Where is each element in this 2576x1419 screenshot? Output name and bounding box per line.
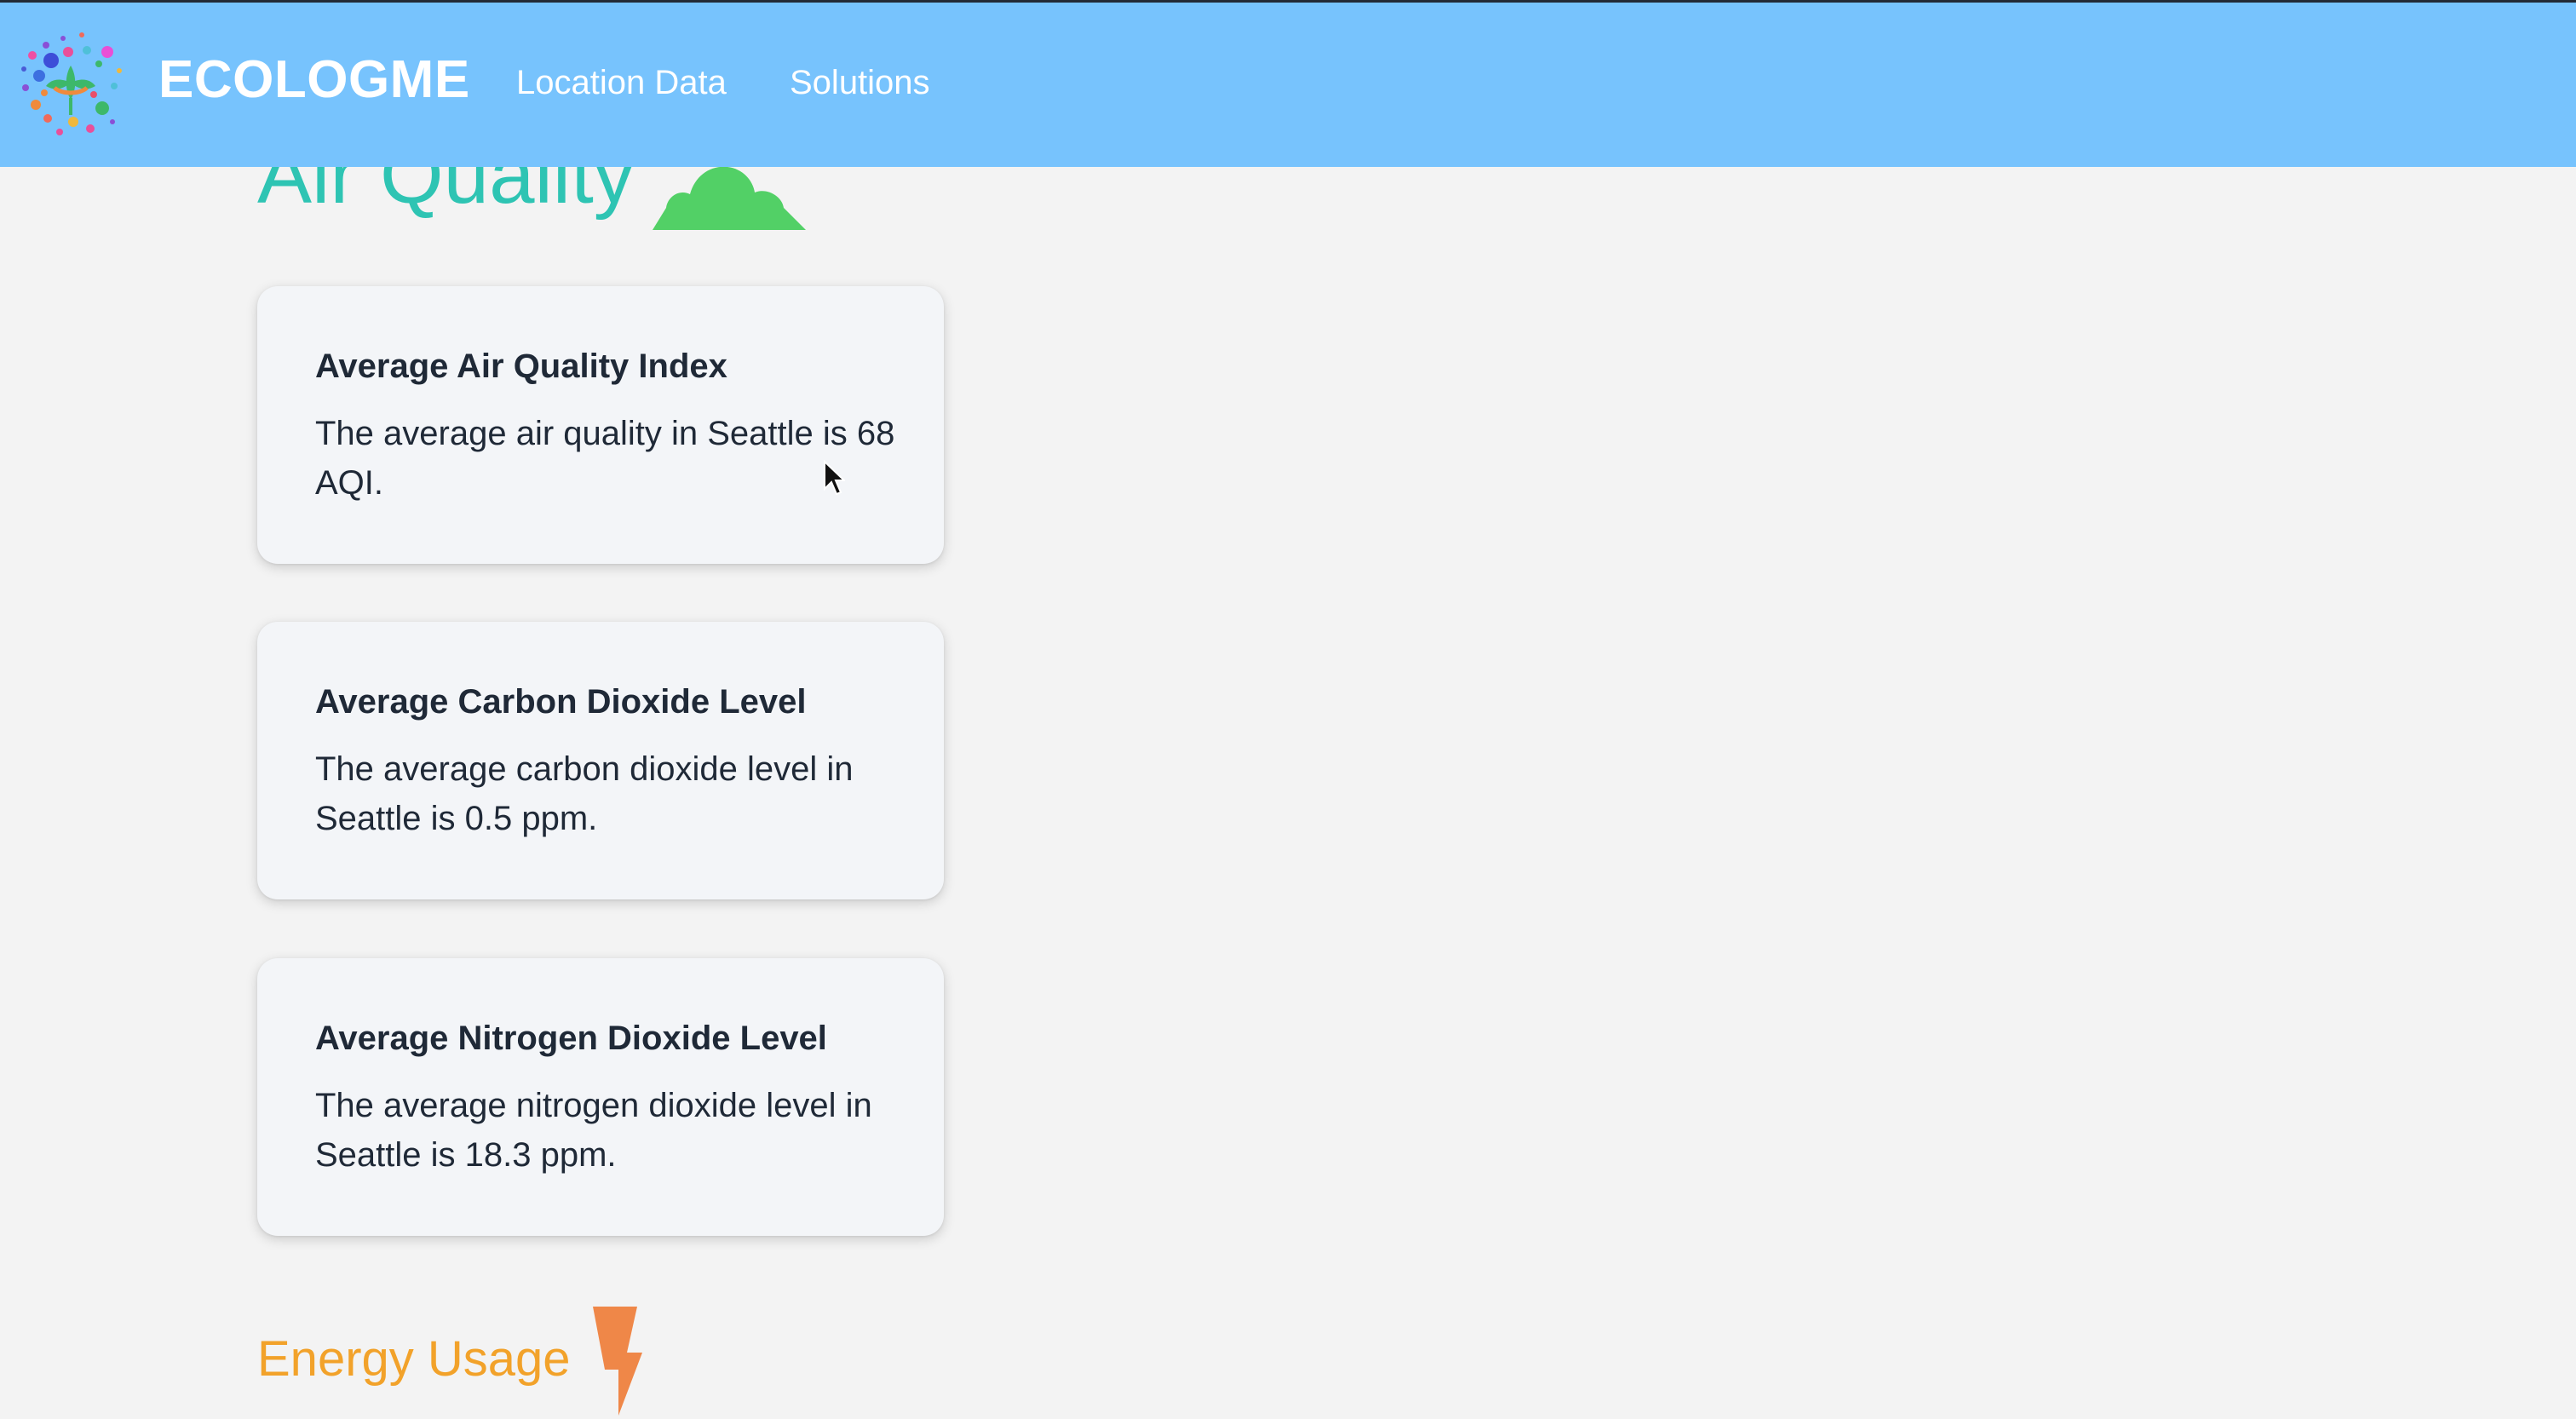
card-title: Average Carbon Dioxide Level bbox=[315, 683, 807, 721]
navbar: ECOLOGME Location Data Solutions bbox=[0, 3, 2576, 167]
window-top-edge bbox=[0, 0, 2576, 3]
mouse-cursor-icon bbox=[824, 460, 845, 496]
nav-link-location-data[interactable]: Location Data bbox=[516, 64, 727, 102]
brand-name[interactable]: ECOLOGME bbox=[158, 49, 470, 110]
nav-link-solutions[interactable]: Solutions bbox=[790, 64, 930, 102]
air-quality-index-card: Average Air Quality Index The average ai… bbox=[257, 286, 944, 564]
carbon-dioxide-card: Average Carbon Dioxide Level The average… bbox=[257, 622, 944, 899]
cloud-icon bbox=[653, 166, 806, 230]
ecologme-logo-icon[interactable] bbox=[14, 26, 128, 144]
card-title: Average Nitrogen Dioxide Level bbox=[315, 1020, 827, 1057]
energy-usage-heading: Energy Usage bbox=[257, 1331, 571, 1387]
card-text: The average air quality in Seattle is 68… bbox=[315, 415, 895, 502]
card-title: Average Air Quality Index bbox=[315, 348, 727, 385]
nitrogen-dioxide-card: Average Nitrogen Dioxide Level The avera… bbox=[257, 958, 944, 1236]
card-text: The average carbon dioxide level in Seat… bbox=[315, 750, 854, 837]
card-text: The average nitrogen dioxide level in Se… bbox=[315, 1087, 872, 1174]
lightning-bolt-icon bbox=[593, 1307, 642, 1416]
